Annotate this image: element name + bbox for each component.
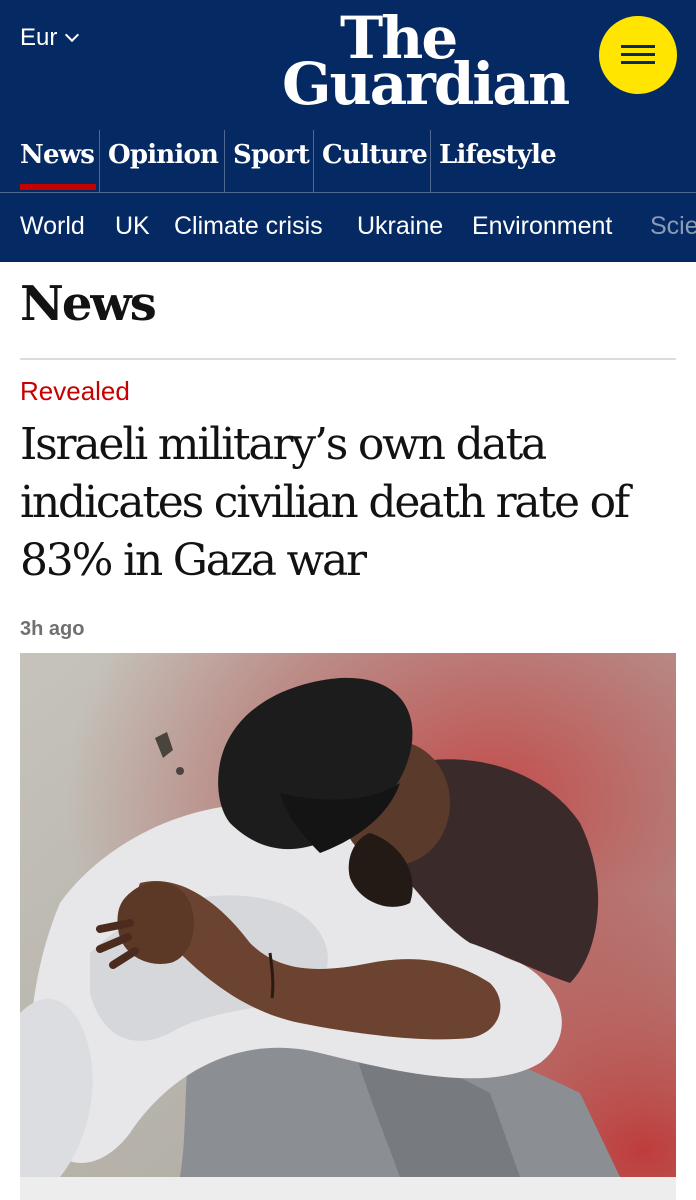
edition-switcher[interactable]: Eur — [20, 24, 80, 52]
hamburger-icon — [621, 61, 655, 64]
pillar-opinion[interactable]: Opinion — [99, 130, 219, 192]
sub-nav: World UK Climate crisis Ukraine Environm… — [0, 193, 696, 262]
masthead: Eur The Guardian News Opinion Sport Cult… — [0, 0, 696, 262]
pillar-sport[interactable]: Sport — [224, 130, 310, 192]
pillar-label: Lifestyle — [439, 140, 557, 170]
section-divider — [20, 358, 676, 360]
logo-line-2: Guardian — [282, 50, 570, 118]
pillar-lifestyle[interactable]: Lifestyle — [430, 130, 557, 192]
article-photo[interactable] — [20, 653, 676, 1177]
edition-label: Eur — [20, 24, 58, 51]
active-pillar-indicator — [20, 184, 96, 190]
section-title: News — [20, 276, 157, 332]
menu-button[interactable] — [599, 16, 677, 94]
article-headline[interactable]: Israeli military’s own data indicates ci… — [20, 416, 680, 590]
pillar-label: Sport — [233, 140, 310, 170]
article-photo-illustration — [20, 653, 676, 1177]
subnav-climate-crisis[interactable]: Climate crisis — [174, 193, 323, 259]
subnav-ukraine[interactable]: Ukraine — [357, 193, 443, 259]
chevron-down-icon — [65, 27, 80, 43]
subnav-environment[interactable]: Environment — [472, 193, 612, 259]
pillar-label: Culture — [322, 140, 428, 170]
next-card-edge — [20, 1177, 676, 1200]
pillar-label: Opinion — [108, 140, 219, 170]
pillar-label: News — [20, 140, 95, 170]
subnav-world[interactable]: World — [20, 193, 85, 259]
subnav-science[interactable]: Scie — [650, 193, 696, 259]
article-kicker[interactable]: Revealed — [20, 376, 130, 407]
subnav-uk[interactable]: UK — [115, 193, 150, 259]
pillar-nav: News Opinion Sport Culture Lifestyle — [0, 130, 696, 192]
hamburger-icon — [621, 53, 655, 56]
article-timestamp: 3h ago — [20, 618, 85, 640]
pillar-news[interactable]: News — [12, 130, 96, 192]
hamburger-icon — [621, 45, 655, 48]
pillar-culture[interactable]: Culture — [313, 130, 428, 192]
